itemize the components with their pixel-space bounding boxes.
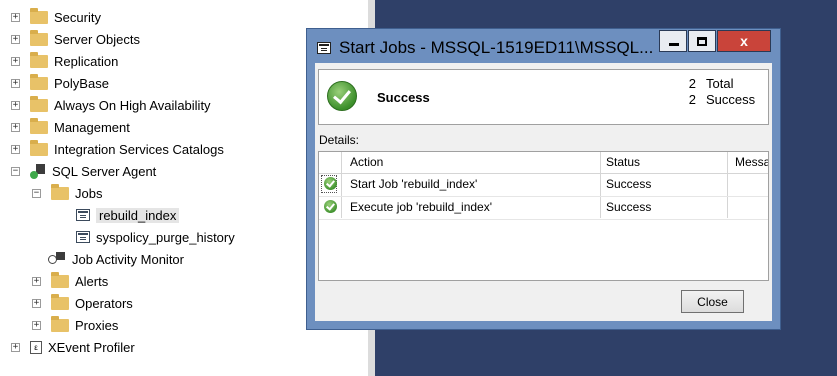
tree-item-always-on[interactable]: + Always On High Availability <box>11 94 211 116</box>
folder-icon <box>51 271 69 288</box>
expand-icon[interactable]: + <box>11 12 20 22</box>
row-action: Start Job 'rebuild_index' <box>350 177 478 191</box>
row-action: Execute job 'rebuild_index' <box>350 200 493 214</box>
folder-icon <box>30 7 48 24</box>
minimize-icon <box>669 43 679 46</box>
folder-icon <box>30 117 48 134</box>
tree-item-label: Server Objects <box>54 31 140 47</box>
expand-icon[interactable]: + <box>11 100 20 110</box>
folder-icon <box>30 51 48 68</box>
tree-item-jobs[interactable]: − Jobs <box>32 182 102 204</box>
tree-item-management[interactable]: + Management <box>11 116 130 138</box>
tree-item-label: Replication <box>54 53 119 69</box>
success-count: 2 <box>688 92 696 107</box>
expand-icon[interactable]: + <box>11 144 20 154</box>
row-status: Success <box>606 200 652 214</box>
tree-item-label: Jobs <box>75 185 103 201</box>
row-status: Success <box>606 177 652 191</box>
tree-item-label: Job Activity Monitor <box>72 251 184 267</box>
collapse-icon[interactable]: − <box>11 166 20 176</box>
column-header-action[interactable]: Action <box>350 155 383 169</box>
column-header-status[interactable]: Status <box>606 155 640 169</box>
tree-item-operators[interactable]: + Operators <box>32 292 133 314</box>
maximize-icon <box>697 37 707 46</box>
job-icon <box>76 231 90 243</box>
tree-item-proxies[interactable]: + Proxies <box>32 314 118 336</box>
expand-icon[interactable]: + <box>11 78 20 88</box>
maximize-button[interactable] <box>688 30 716 52</box>
job-icon <box>317 42 331 54</box>
close-icon: x <box>740 33 748 49</box>
expand-icon[interactable]: + <box>11 34 20 44</box>
tree-item-label: Alerts <box>75 273 109 289</box>
tree-item-alerts[interactable]: + Alerts <box>32 270 108 292</box>
summary-panel: Success 2 Total 2 Success <box>318 69 769 125</box>
column-header-message[interactable]: Messa <box>735 155 768 169</box>
tree-item-server-objects[interactable]: + Server Objects <box>11 28 140 50</box>
expand-icon[interactable]: + <box>32 320 41 330</box>
tree-item-job-activity-monitor[interactable]: Job Activity Monitor <box>44 248 184 270</box>
grid-header: Action Status Messa <box>319 152 768 174</box>
folder-icon <box>30 73 48 90</box>
tree-item-label: XEvent Profiler <box>48 339 135 355</box>
success-check-icon <box>324 200 337 213</box>
details-label: Details: <box>319 133 360 147</box>
tree-item-security[interactable]: + Security <box>11 6 101 28</box>
dialog-client-area: Success 2 Total 2 Success Details: Actio… <box>315 63 772 321</box>
table-row[interactable]: Start Job 'rebuild_index' Success <box>319 173 768 197</box>
expand-icon[interactable]: + <box>11 56 20 66</box>
tree-item-rebuild-index[interactable]: rebuild_index <box>76 204 180 226</box>
tree-item-syspolicy-purge-history[interactable]: syspolicy_purge_history <box>76 226 235 248</box>
expand-icon[interactable]: + <box>11 122 20 132</box>
details-grid: Action Status Messa Start Job 'rebuild_i… <box>318 151 769 281</box>
tree-item-label: Management <box>54 119 130 135</box>
tree-item-xevent-profiler[interactable]: + ε XEvent Profiler <box>11 336 135 358</box>
expand-icon[interactable]: + <box>32 276 41 286</box>
folder-icon <box>51 183 69 200</box>
total-count: 2 <box>688 76 696 91</box>
tree-item-label: Always On High Availability <box>54 97 211 113</box>
tree-item-integration-services[interactable]: + Integration Services Catalogs <box>11 138 224 160</box>
tree-item-label: Security <box>54 9 101 25</box>
success-check-icon <box>327 81 357 111</box>
tree-item-label: rebuild_index <box>96 207 180 223</box>
close-window-button[interactable]: x <box>717 30 771 52</box>
tree-item-label: SQL Server Agent <box>52 163 157 179</box>
tree-item-polybase[interactable]: + PolyBase <box>11 72 109 94</box>
folder-icon <box>30 139 48 156</box>
expand-icon[interactable]: + <box>32 298 41 308</box>
tree-item-label: syspolicy_purge_history <box>96 229 235 245</box>
sql-agent-icon <box>30 163 46 179</box>
tree-item-label: Integration Services Catalogs <box>54 141 224 157</box>
success-check-icon <box>324 177 337 190</box>
tree-item-label: PolyBase <box>54 75 109 91</box>
start-jobs-dialog: Start Jobs - MSSQL-1519ED11\MSSQL... x S… <box>306 28 781 330</box>
job-icon <box>76 209 90 221</box>
dialog-title: Start Jobs - MSSQL-1519ED11\MSSQL... <box>339 38 654 57</box>
summary-status: Success <box>377 90 430 105</box>
tree-item-label: Proxies <box>75 317 119 333</box>
job-monitor-icon <box>48 252 66 266</box>
tree-item-label: Operators <box>75 295 133 311</box>
folder-icon <box>51 315 69 332</box>
tree-item-sql-server-agent[interactable]: − SQL Server Agent <box>11 160 156 182</box>
folder-icon <box>30 95 48 112</box>
close-button[interactable]: Close <box>681 290 744 313</box>
folder-icon <box>51 293 69 310</box>
minimize-button[interactable] <box>659 30 687 52</box>
table-row[interactable]: Execute job 'rebuild_index' Success <box>319 196 768 220</box>
xevent-icon: ε <box>30 340 42 354</box>
folder-icon <box>30 29 48 46</box>
collapse-icon[interactable]: − <box>32 188 41 198</box>
success-label: Success <box>706 92 756 107</box>
total-label: Total <box>706 76 734 91</box>
expand-icon[interactable]: + <box>11 342 20 352</box>
dialog-titlebar[interactable]: Start Jobs - MSSQL-1519ED11\MSSQL... x <box>307 29 780 63</box>
tree-item-replication[interactable]: + Replication <box>11 50 118 72</box>
